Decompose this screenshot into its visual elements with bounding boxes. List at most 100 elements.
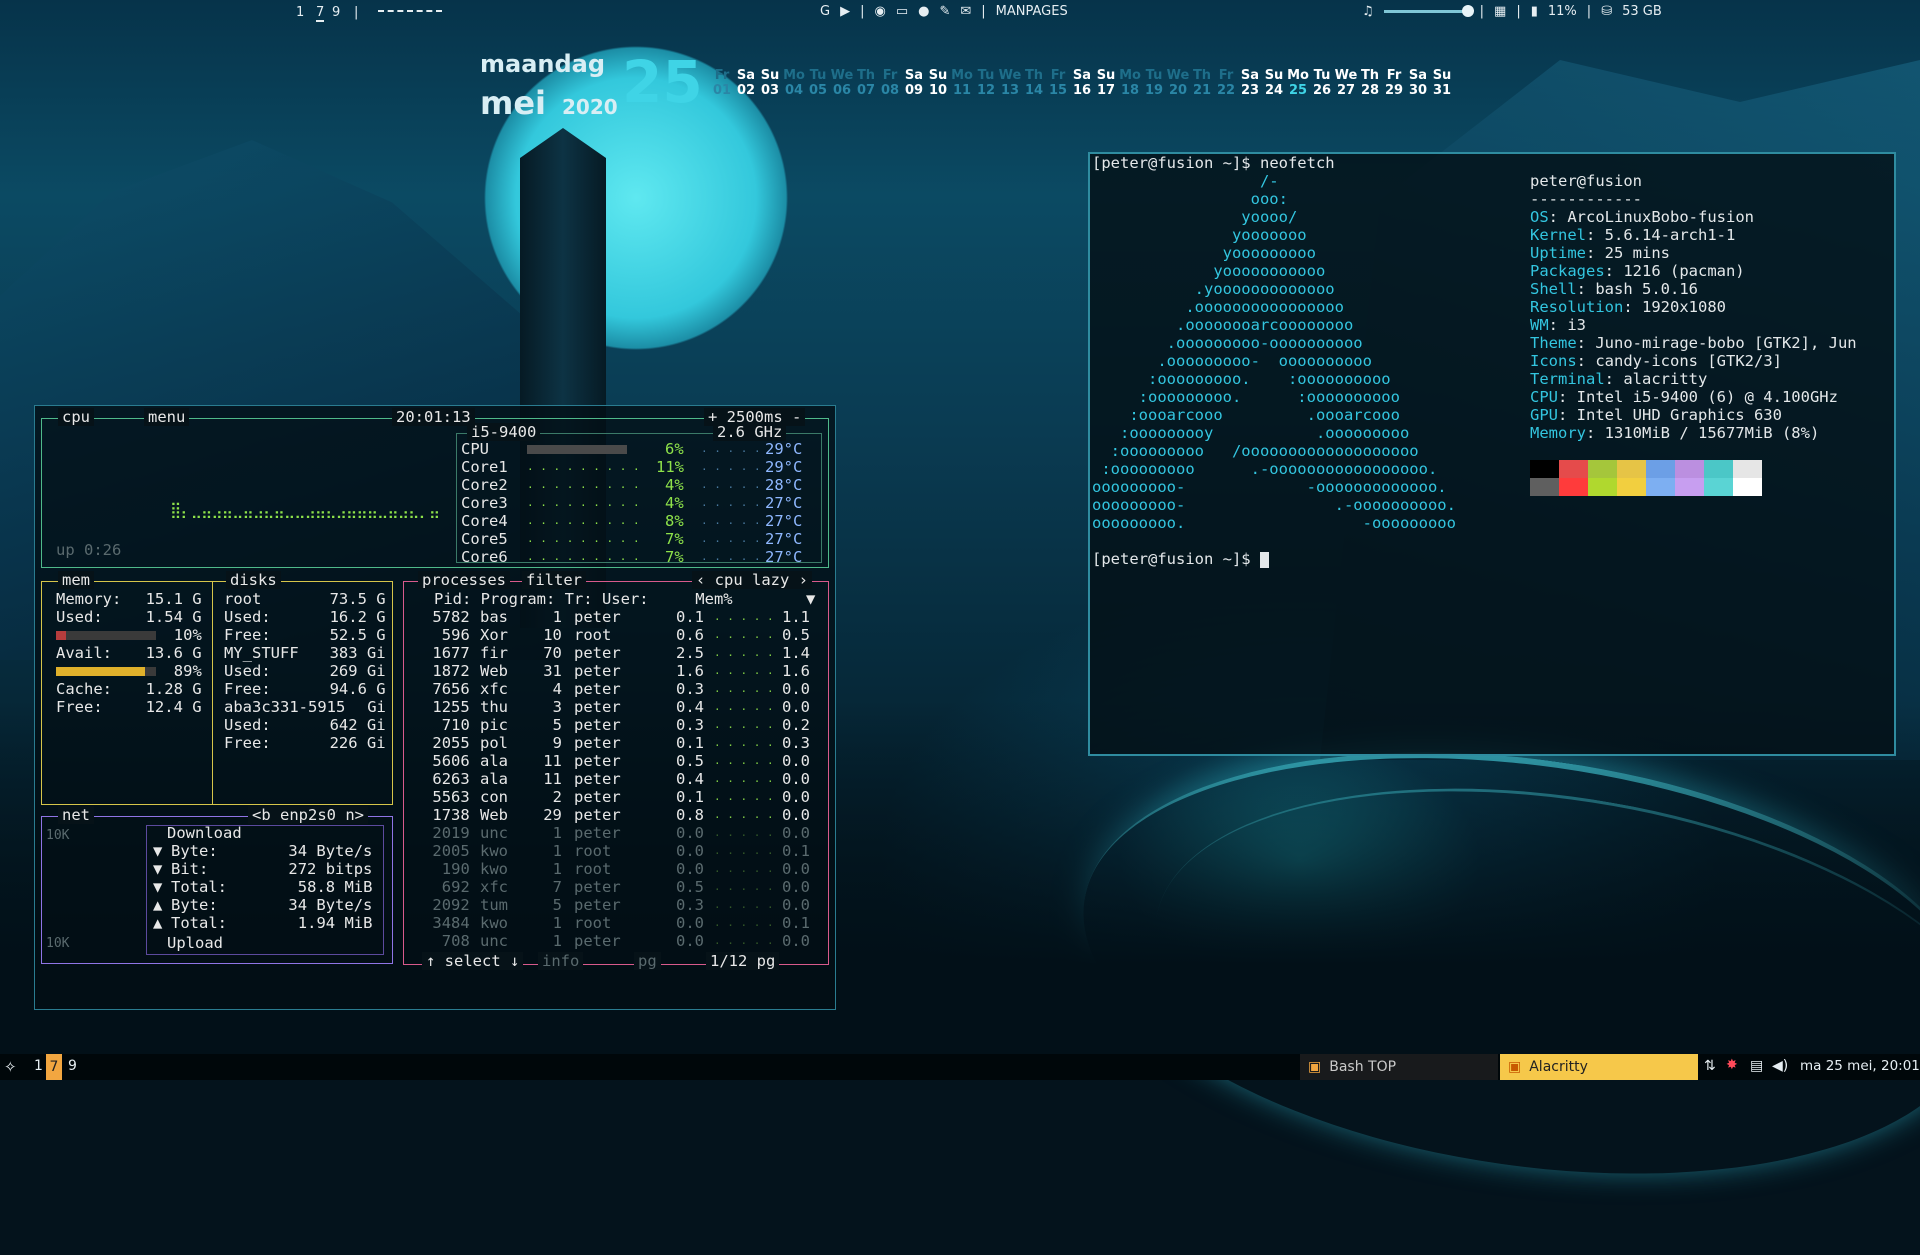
- calendar-day-cell[interactable]: Mo 18: [1118, 68, 1142, 98]
- process-row[interactable]: 692 xfc 7 peter 0.5 . . . . . 0.0: [404, 878, 828, 896]
- calendar-day-cell[interactable]: We 20: [1166, 68, 1190, 98]
- arcolinux-logo-icon[interactable]: ✧: [4, 1058, 17, 1076]
- proc-cpu: 0.8: [676, 806, 704, 824]
- youtube-icon[interactable]: ▶: [840, 4, 850, 19]
- process-row[interactable]: 1872 Web 31 peter 1.6 . . . . . 1.6: [404, 662, 828, 680]
- menu-button[interactable]: menu: [144, 408, 190, 426]
- manpages-label[interactable]: MANPAGES: [996, 4, 1068, 19]
- calendar-day-cell[interactable]: Tu 05: [806, 68, 830, 98]
- process-row[interactable]: 5563 con 2 peter 0.1 . . . . . 0.0: [404, 788, 828, 806]
- calendar-day-cell[interactable]: Tu 19: [1142, 68, 1166, 98]
- process-row[interactable]: 5606 ala 11 peter 0.5 . . . . . 0.0: [404, 752, 828, 770]
- process-row[interactable]: 6263 ala 11 peter 0.4 . . . . . 0.0: [404, 770, 828, 788]
- sort-selector[interactable]: ‹ cpu lazy ›: [692, 571, 812, 589]
- clock[interactable]: ma 25 mei, 20:01: [1800, 1058, 1920, 1074]
- volume-slider-handle[interactable]: [1461, 5, 1474, 17]
- workspace-9[interactable]: 9: [68, 1058, 77, 1074]
- calendar-day-cell[interactable]: Sa 02: [734, 68, 758, 98]
- calendar-day-cell[interactable]: Sa 30: [1406, 68, 1430, 98]
- calendar-weekday-label: Sa: [1240, 68, 1260, 83]
- terminal-icon: ▣: [1508, 1059, 1522, 1075]
- process-row[interactable]: 596 Xor 10 root 0.6 . . . . . 0.5: [404, 626, 828, 644]
- calendar-day-cell[interactable]: Tu 12: [974, 68, 998, 98]
- process-row[interactable]: 1738 Web 29 peter 0.8 . . . . . 0.0: [404, 806, 828, 824]
- calendar-day-cell[interactable]: Th 07: [854, 68, 878, 98]
- color-swatch: [1559, 478, 1588, 496]
- process-row[interactable]: 2019 unc 1 peter 0.0 . . . . . 0.0: [404, 824, 828, 842]
- info-sep: :: [1558, 388, 1577, 406]
- net-arrow: ▲: [153, 914, 163, 932]
- calendar-day-cell[interactable]: Sa 09: [902, 68, 926, 98]
- clipboard-icon[interactable]: ▤: [1750, 1058, 1763, 1074]
- calendar-day-cell[interactable]: Fr 01: [710, 68, 734, 98]
- btop-window[interactable]: cpu menu 20:01:13 + 2500ms - ⣿⡄⣀⣤⣠⣤⣀⣤⣠⣄⣤…: [34, 405, 836, 1010]
- calendar-day-cell[interactable]: Th 21: [1190, 68, 1214, 98]
- firefox-icon[interactable]: ◉: [874, 4, 885, 19]
- task-bashtop[interactable]: ▣ Bash TOP: [1300, 1054, 1498, 1080]
- feather-icon[interactable]: ✎: [939, 4, 950, 19]
- apps-grid-icon[interactable]: ▦: [1494, 4, 1506, 19]
- proc-cpu-graph: . . . . .: [714, 880, 774, 893]
- pg-button[interactable]: pg: [634, 952, 661, 970]
- proc-threads: 70: [543, 644, 562, 662]
- network-icon[interactable]: ⇅: [1704, 1058, 1716, 1074]
- filter-button[interactable]: filter: [522, 571, 586, 589]
- google-icon[interactable]: G: [820, 4, 830, 19]
- process-row[interactable]: 2005 kwo 1 root 0.0 . . . . . 0.1: [404, 842, 828, 860]
- workspace-7-active[interactable]: 7: [46, 1054, 62, 1080]
- calendar-day-cell[interactable]: Th 28: [1358, 68, 1382, 98]
- calendar-day-cell[interactable]: We 13: [998, 68, 1022, 98]
- calendar-day-cell[interactable]: Fr 08: [878, 68, 902, 98]
- calendar-day-cell[interactable]: Su 03: [758, 68, 782, 98]
- process-row[interactable]: 1677 fir 70 peter 2.5 . . . . . 1.4: [404, 644, 828, 662]
- workspace-1[interactable]: 1: [34, 1058, 43, 1074]
- alacritty-terminal[interactable]: [peter@fusion ~]$ neofetch /- ooo: yoooo…: [1088, 152, 1896, 756]
- process-row[interactable]: 2092 tum 5 peter 0.3 . . . . . 0.0: [404, 896, 828, 914]
- process-row[interactable]: 7656 xfc 4 peter 0.3 . . . . . 0.0: [404, 680, 828, 698]
- calendar-day-cell[interactable]: Mo 25: [1286, 68, 1310, 98]
- info-value: 25 mins: [1604, 244, 1670, 262]
- process-row[interactable]: 1255 thu 3 peter 0.4 . . . . . 0.0: [404, 698, 828, 716]
- chat-icon[interactable]: ✉: [960, 4, 971, 19]
- prompt-line-2[interactable]: [peter@fusion ~]$: [1092, 550, 1269, 568]
- process-row[interactable]: 708 unc 1 peter 0.0 . . . . . 0.0: [404, 932, 828, 950]
- select-button[interactable]: ↑ select ↓: [422, 952, 524, 970]
- calendar-day-cell[interactable]: Fr 22: [1214, 68, 1238, 98]
- info-button[interactable]: info: [538, 952, 584, 970]
- proc-program: con: [480, 788, 508, 806]
- mem-label: Free:: [56, 698, 103, 716]
- calendar-day-cell[interactable]: Sa 16: [1070, 68, 1094, 98]
- proc-user: peter: [574, 932, 621, 950]
- calendar-day-cell[interactable]: Su 24: [1262, 68, 1286, 98]
- calendar-day-cell[interactable]: Sa 23: [1238, 68, 1262, 98]
- process-row[interactable]: 2055 pol 9 peter 0.1 . . . . . 0.3: [404, 734, 828, 752]
- calendar-day-cell[interactable]: Mo 04: [782, 68, 806, 98]
- workspace-7[interactable]: 7: [316, 5, 325, 22]
- process-row[interactable]: 190 kwo 1 root 0.0 . . . . . 0.0: [404, 860, 828, 878]
- calendar-day-cell[interactable]: Su 31: [1430, 68, 1454, 98]
- update-icon[interactable]: ✸: [1726, 1057, 1738, 1073]
- calendar-day-cell[interactable]: We 27: [1334, 68, 1358, 98]
- workspace-1[interactable]: 1: [296, 5, 304, 20]
- calendar-day-cell[interactable]: Mo 11: [950, 68, 974, 98]
- net-interface[interactable]: <b enp2s0 n>: [248, 806, 368, 824]
- calendar-day-cell[interactable]: Tu 26: [1310, 68, 1334, 98]
- calendar-day-cell[interactable]: Su 17: [1094, 68, 1118, 98]
- music-icon[interactable]: ♫: [1362, 4, 1374, 19]
- volume-icon[interactable]: ◀): [1772, 1058, 1788, 1074]
- calendar-day-cell[interactable]: Su 10: [926, 68, 950, 98]
- calendar-day-cell[interactable]: We 06: [830, 68, 854, 98]
- volume-slider[interactable]: [1383, 5, 1474, 17]
- calendar-day-cell[interactable]: Th 14: [1022, 68, 1046, 98]
- folder-icon[interactable]: ▭: [896, 4, 908, 19]
- github-icon[interactable]: ●: [918, 4, 929, 19]
- calendar-day-cell[interactable]: Fr 29: [1382, 68, 1406, 98]
- process-row[interactable]: 710 pic 5 peter 0.3 . . . . . 0.2: [404, 716, 828, 734]
- process-row[interactable]: 3484 kwo 1 root 0.0 . . . . . 0.1: [404, 914, 828, 932]
- core-name: Core3: [461, 494, 508, 512]
- calendar-day-cell[interactable]: Fr 15: [1046, 68, 1070, 98]
- task-alacritty[interactable]: ▣ Alacritty: [1500, 1054, 1698, 1080]
- workspace-9[interactable]: 9: [332, 5, 340, 20]
- process-row[interactable]: 5782 bas 1 peter 0.1 . . . . . 1.1: [404, 608, 828, 626]
- sort-direction-icon[interactable]: ▼: [806, 590, 815, 608]
